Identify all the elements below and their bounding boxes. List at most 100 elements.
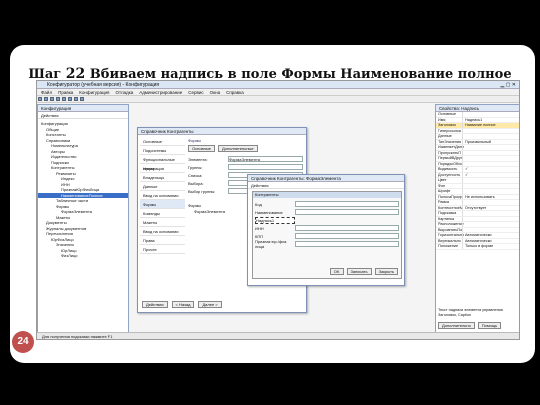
property-value[interactable]: [462, 211, 519, 216]
property-value[interactable]: [462, 145, 519, 150]
object-tab[interactable]: Прочее: [140, 245, 185, 254]
form-field-input[interactable]: [295, 209, 399, 215]
property-value[interactable]: [462, 112, 519, 117]
property-value[interactable]: Надпись1: [462, 117, 519, 122]
object-tab[interactable]: Нумерация: [140, 164, 185, 173]
property-value[interactable]: [462, 189, 519, 194]
object-tab[interactable]: Функциональные опции: [140, 155, 185, 171]
form-field-input[interactable]: [295, 201, 399, 207]
property-value[interactable]: Отсутствует: [462, 205, 519, 210]
object-tab[interactable]: Данные: [140, 182, 185, 191]
menu-item[interactable]: Окна: [210, 89, 220, 95]
object-tab[interactable]: Макеты: [140, 218, 185, 227]
form-actions[interactable]: Действия: [248, 182, 404, 189]
ok-button[interactable]: OK: [329, 268, 344, 275]
element-field[interactable]: ФормаЭлемента: [228, 156, 303, 162]
property-name: ПорядокОбхо: [438, 161, 462, 166]
find-icon[interactable]: [80, 97, 84, 101]
config-actions[interactable]: Действия: [38, 112, 128, 119]
property-name: Положение: [438, 244, 459, 248]
property-value[interactable]: [462, 222, 519, 227]
menu-item[interactable]: Правка: [58, 89, 73, 95]
property-value[interactable]: Произвольный: [462, 139, 519, 144]
object-tab[interactable]: Ввод на основании: [140, 227, 185, 236]
property-value[interactable]: [462, 183, 519, 188]
property-value[interactable]: [462, 200, 519, 205]
object-tab[interactable]: Ввод на основании: [140, 191, 185, 200]
help-button[interactable]: Помощь: [477, 322, 502, 329]
object-tab[interactable]: Формы: [140, 200, 185, 209]
object-tab[interactable]: Подсистемы: [140, 146, 185, 155]
properties-grid: Основные Имя Надпись1 Заголовок Название пол…: [436, 112, 519, 250]
property-name: Горизонтально: [438, 233, 465, 237]
group-choice-label: Выбор группы:: [188, 188, 216, 194]
property-value[interactable]: ✓: [462, 172, 519, 177]
paste-icon[interactable]: [68, 97, 72, 101]
tab-main[interactable]: Основные: [188, 145, 215, 152]
group-field[interactable]: [228, 164, 303, 170]
close-button[interactable]: Закрыть: [374, 268, 398, 275]
property-name: Основные: [438, 112, 457, 116]
open-icon[interactable]: [44, 97, 48, 101]
property-value[interactable]: [462, 150, 519, 155]
form-field-row: Признак юр./физ. лица: [255, 239, 399, 249]
config-panel: Конфигурация Действия Конфигурация Общие К…: [37, 104, 129, 333]
menu-item[interactable]: Конфигурация: [79, 89, 109, 95]
property-value[interactable]: Не использовать: [462, 194, 519, 199]
more-button[interactable]: Дополнительно: [438, 322, 475, 329]
form-window-title: Справочник Контрагенты: ФормаЭлемента: [248, 175, 404, 182]
properties-buttons: Дополнительно Помощь: [438, 322, 502, 329]
property-value[interactable]: [462, 178, 519, 183]
menu-item[interactable]: Отладка: [115, 89, 133, 95]
undo-icon[interactable]: [74, 97, 78, 101]
property-name: Картинка: [438, 216, 455, 221]
property-name: Расположение: [438, 222, 464, 226]
property-value[interactable]: [462, 161, 519, 166]
tab-extra[interactable]: Дополнительные: [217, 145, 258, 152]
menu-item[interactable]: Администрирование: [139, 89, 182, 95]
object-tab[interactable]: Права: [140, 236, 185, 245]
write-button[interactable]: Записать: [346, 268, 372, 275]
form-field-input[interactable]: [295, 241, 399, 247]
object-tab[interactable]: Владельцы: [140, 173, 185, 182]
back-button[interactable]: < Назад: [171, 301, 195, 308]
menu-item[interactable]: Файл: [41, 89, 52, 95]
property-value[interactable]: Автоматически: [462, 238, 519, 243]
property-value[interactable]: Только в форме: [462, 244, 519, 249]
property-value[interactable]: Название полное: [462, 123, 519, 128]
property-name: Данные: [438, 134, 452, 138]
object-window-buttons: Действия < Назад Далее >: [142, 301, 222, 308]
save-icon[interactable]: [50, 97, 54, 101]
menu-item[interactable]: Справка: [226, 89, 244, 95]
actions-button[interactable]: Действия: [142, 301, 168, 308]
new-icon[interactable]: [38, 97, 42, 101]
form-field-label: КПП: [255, 233, 264, 239]
form-field-row: Код: [255, 200, 399, 208]
property-name: Шрифт: [438, 189, 451, 193]
menu-item[interactable]: Сервис: [188, 89, 203, 95]
object-tab[interactable]: Команды: [140, 209, 185, 218]
property-value[interactable]: [462, 227, 519, 232]
cut-icon[interactable]: [56, 97, 60, 101]
property-value[interactable]: [462, 128, 519, 133]
property-name: Вертикально: [438, 238, 461, 243]
property-name: Гиперссылка: [438, 128, 461, 133]
property-row[interactable]: Положение Только в форме: [436, 244, 519, 250]
toolbar: [37, 96, 519, 103]
property-value[interactable]: ✓: [462, 167, 519, 172]
copy-icon[interactable]: [62, 97, 66, 101]
property-name: ПервыйВДруг: [438, 156, 463, 160]
form-field-input[interactable]: [295, 225, 399, 231]
window-controls[interactable]: ▁ ▢ ✕: [500, 82, 516, 88]
property-name: Заголовок: [438, 123, 456, 127]
next-button[interactable]: Далее >: [198, 301, 222, 308]
property-name: ПропускатьП: [438, 150, 461, 155]
property-value[interactable]: Автоматически: [462, 233, 519, 238]
object-tabs: Основные Подсистемы Функциональные опции Ну…: [140, 137, 185, 254]
config-tree-item[interactable]: ФизЛицо: [38, 253, 128, 259]
object-tab[interactable]: Основные: [140, 137, 185, 146]
property-value[interactable]: [462, 156, 519, 161]
property-value[interactable]: [462, 216, 519, 221]
property-value[interactable]: [462, 134, 519, 139]
form-field-input[interactable]: [295, 233, 399, 239]
